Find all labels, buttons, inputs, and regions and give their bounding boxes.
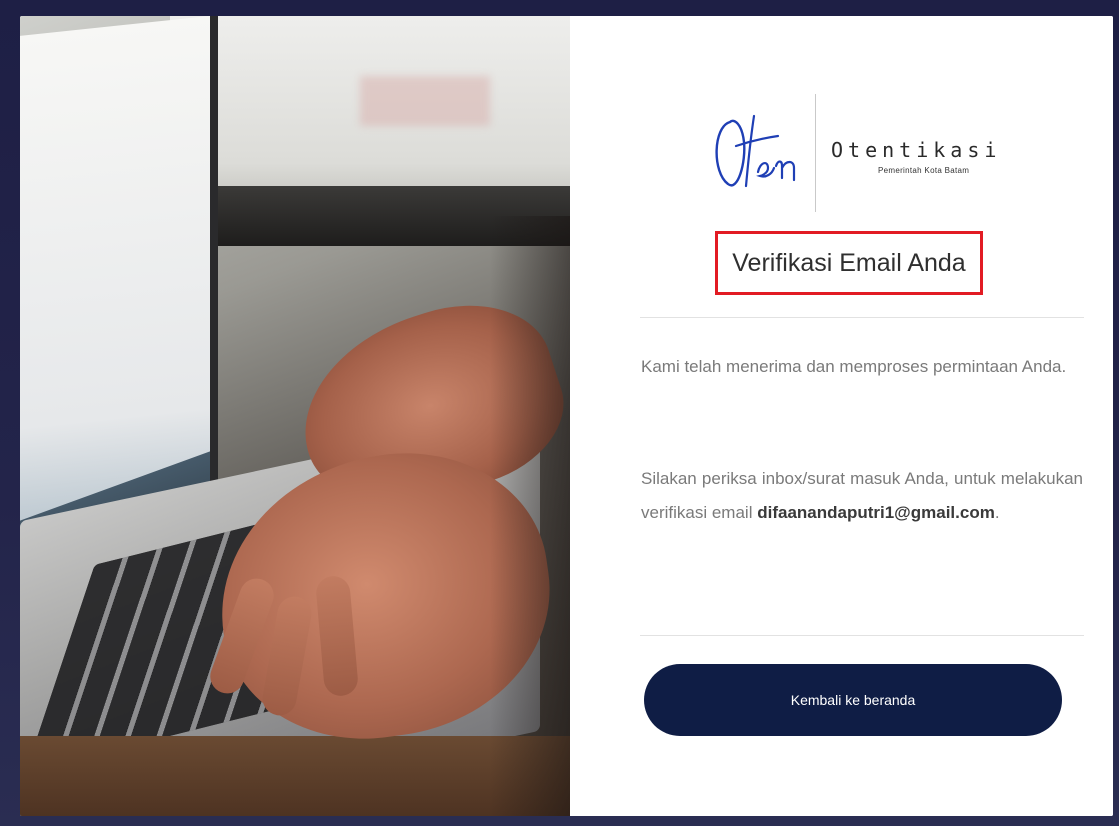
content-panel: Otentikasi Pemerintah Kota Batam Verifik… <box>570 16 1113 816</box>
message-paragraph-1: Kami telah menerima dan memproses permin… <box>641 357 1067 376</box>
oten-signature-icon <box>715 114 796 188</box>
page-title: Verifikasi Email Anda <box>732 248 966 277</box>
verification-card: Otentikasi Pemerintah Kota Batam Verifik… <box>20 16 1113 816</box>
photo-shadow <box>490 216 570 816</box>
divider-bottom <box>640 635 1084 636</box>
brand-subtitle: Pemerintah Kota Batam <box>878 166 970 175</box>
page-title-highlight: Verifikasi Email Anda <box>715 231 983 295</box>
back-to-home-button[interactable]: Kembali ke beranda <box>644 664 1062 736</box>
brand-logo: Otentikasi Pemerintah Kota Batam <box>708 94 1008 214</box>
photo-monitor-glow <box>360 76 490 126</box>
user-email: difaanandaputri1@gmail.com <box>757 503 995 522</box>
message-paragraph-2: Silakan periksa inbox/surat masuk Anda, … <box>641 462 1083 530</box>
page-background: Otentikasi Pemerintah Kota Batam Verifik… <box>0 0 1119 826</box>
message-paragraph-2-end: . <box>994 503 1000 522</box>
logo-divider <box>815 94 816 212</box>
divider-top <box>640 317 1084 318</box>
photo-desk <box>20 736 570 816</box>
brand-name: Otentikasi <box>831 138 1002 162</box>
hero-photo <box>20 16 570 816</box>
